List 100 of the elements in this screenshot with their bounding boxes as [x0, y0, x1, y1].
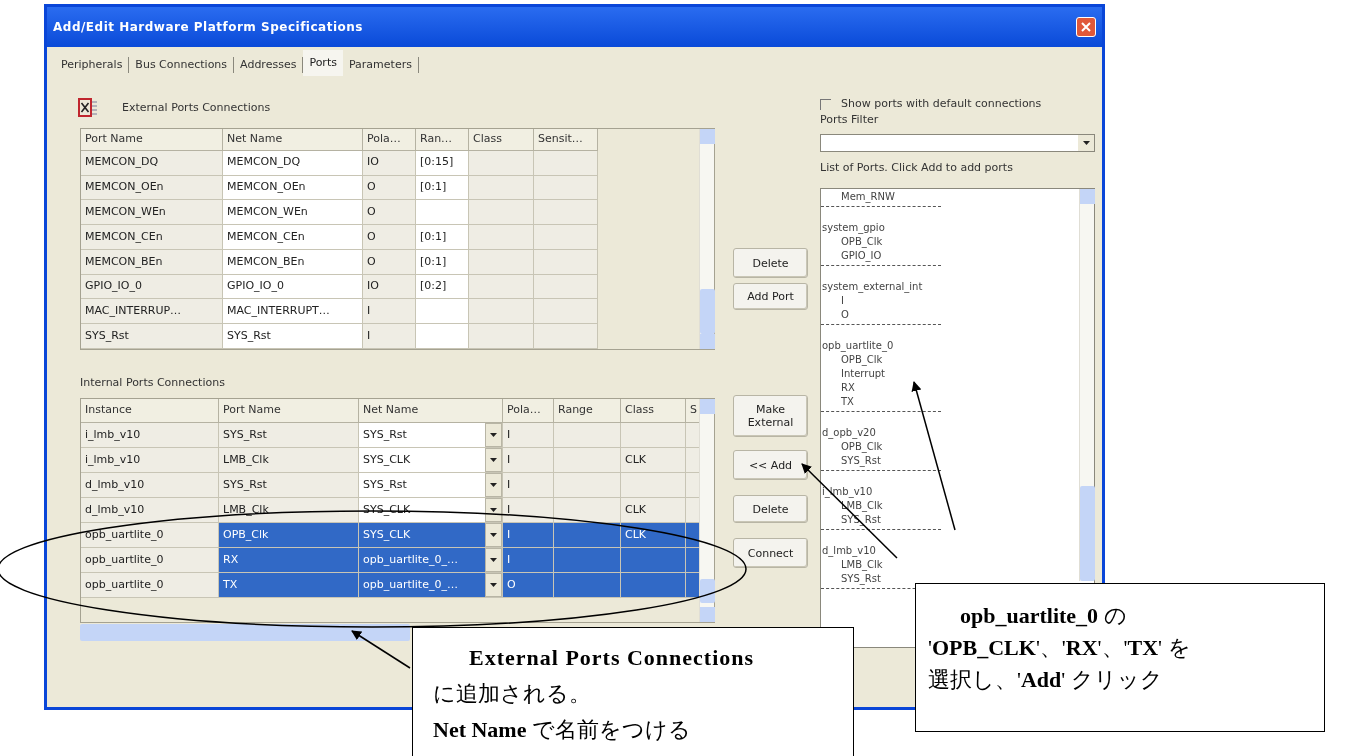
dropdown-button[interactable]: [485, 573, 502, 597]
list-item[interactable]: d_opb_v20: [821, 426, 941, 440]
column-header[interactable]: Class: [469, 129, 534, 151]
caret-icon: [490, 458, 497, 462]
table-cell: [416, 324, 469, 350]
table-cell: O: [363, 175, 416, 201]
tab[interactable]: Ports: [303, 50, 343, 76]
table-cell: [0:15]: [416, 150, 469, 176]
table-cell: [469, 274, 534, 300]
list-item[interactable]: OPB_Clk: [821, 235, 941, 249]
table-cell: O: [363, 225, 416, 250]
dropdown-button[interactable]: [485, 448, 502, 472]
dropdown-button[interactable]: [485, 473, 502, 497]
column-header[interactable]: Port Name: [219, 399, 359, 423]
list-item[interactable]: O: [821, 308, 941, 322]
table-cell: I: [503, 548, 554, 573]
table-cell: [0:2]: [416, 274, 469, 300]
column-header[interactable]: S: [686, 399, 700, 423]
column-header[interactable]: Port Name: [81, 129, 223, 151]
add-port-button[interactable]: Add Port: [733, 283, 808, 310]
column-header[interactable]: Pola…: [503, 399, 554, 423]
tab[interactable]: Peripherals: [55, 57, 130, 73]
callout-text: に追加される。: [433, 680, 592, 708]
tab[interactable]: Bus Connections: [129, 57, 235, 73]
list-item[interactable]: opb_uartlite_0: [821, 339, 941, 353]
column-header[interactable]: Pola…: [363, 129, 416, 151]
table-cell: I: [503, 523, 554, 548]
list-item[interactable]: SYS_Rst: [821, 454, 941, 468]
list-item[interactable]: system_gpio: [821, 221, 941, 235]
table-cell: [469, 175, 534, 201]
list-item[interactable]: I: [821, 294, 941, 308]
table-cell: MEMCON_WEn: [81, 200, 223, 226]
list-item[interactable]: GPIO_IO: [821, 249, 941, 263]
table-cell: I: [503, 448, 554, 473]
scrollbar[interactable]: [699, 399, 714, 622]
table-cell: i_lmb_v10: [81, 448, 219, 473]
list-item[interactable]: Interrupt: [821, 367, 941, 381]
table-cell: MEMCON_BEn: [81, 249, 223, 275]
column-header[interactable]: Instance: [81, 399, 219, 423]
list-item[interactable]: RX: [821, 381, 941, 395]
net-name-field[interactable]: SYS_CLK: [359, 523, 485, 547]
dropdown-button[interactable]: [485, 423, 502, 447]
column-header[interactable]: Class: [621, 399, 686, 423]
table-cell: I: [503, 473, 554, 498]
list-item[interactable]: system_external_int: [821, 280, 941, 294]
horizontal-scrollbar[interactable]: [80, 624, 410, 641]
caret-icon: [490, 508, 497, 512]
list-item[interactable]: LMB_Clk: [821, 558, 941, 572]
dropdown-button[interactable]: [485, 548, 502, 572]
table-cell: LMB_Clk: [219, 448, 359, 473]
list-item[interactable]: SYS_Rst: [821, 572, 941, 586]
make-external-button[interactable]: Make External: [733, 395, 808, 437]
table-cell: [534, 175, 598, 201]
caret-icon: [490, 583, 497, 587]
net-name-field[interactable]: SYS_Rst: [359, 473, 485, 497]
table-cell: RX: [219, 548, 359, 573]
add-button[interactable]: << Add: [733, 450, 808, 480]
arrow: [351, 630, 411, 669]
table-cell: [554, 548, 621, 573]
table-cell: i_lmb_v10: [81, 423, 219, 448]
checkbox-label: Show ports with default connections: [841, 95, 1042, 112]
column-header[interactable]: Net Name: [223, 129, 363, 151]
table-cell: [686, 473, 700, 498]
dropdown-button[interactable]: [485, 523, 502, 547]
list-item[interactable]: d_lmb_v10: [821, 544, 941, 558]
table-cell: [534, 299, 598, 325]
table-cell: MEMCON_DQ: [223, 150, 363, 176]
list-item[interactable]: TX: [821, 395, 941, 409]
scrollbar[interactable]: [699, 129, 714, 349]
table-cell: IO: [363, 150, 416, 176]
table-cell: [621, 573, 686, 598]
delete-button[interactable]: Delete: [733, 495, 808, 523]
close-button[interactable]: [1076, 17, 1096, 37]
caret-icon: [490, 483, 497, 487]
column-header[interactable]: Ran…: [416, 129, 469, 151]
connect-button[interactable]: Connect: [733, 538, 808, 568]
table-cell: GPIO_IO_0: [223, 274, 363, 300]
list-item[interactable]: Mem_RNW: [821, 190, 941, 204]
list-item[interactable]: OPB_Clk: [821, 440, 941, 454]
delete-button[interactable]: Delete: [733, 248, 808, 278]
list-item[interactable]: OPB_Clk: [821, 353, 941, 367]
tab[interactable]: Parameters: [342, 57, 419, 73]
table-cell: I: [363, 299, 416, 325]
column-header[interactable]: Net Name: [359, 399, 503, 423]
table-cell: GPIO_IO_0: [81, 274, 223, 300]
table-toggle-icon[interactable]: [78, 98, 98, 118]
net-name-field[interactable]: opb_uartlite_0_…: [359, 548, 485, 572]
net-name-field[interactable]: opb_uartlite_0_…: [359, 573, 485, 597]
net-name-field[interactable]: SYS_CLK: [359, 448, 485, 472]
table-cell: MAC_INTERRUPT…: [223, 299, 363, 325]
table-cell: opb_uartlite_0: [81, 523, 219, 548]
table-cell: O: [363, 249, 416, 275]
ports-filter-dropdown[interactable]: [820, 134, 1095, 152]
column-header[interactable]: Range: [554, 399, 621, 423]
table-cell: CLK: [621, 523, 686, 548]
dropdown-button[interactable]: [485, 498, 502, 522]
column-header[interactable]: Sensit…: [534, 129, 598, 151]
field-label: Ports Filter: [820, 112, 880, 128]
net-name-field[interactable]: SYS_Rst: [359, 423, 485, 447]
scrollbar[interactable]: [1079, 189, 1094, 581]
